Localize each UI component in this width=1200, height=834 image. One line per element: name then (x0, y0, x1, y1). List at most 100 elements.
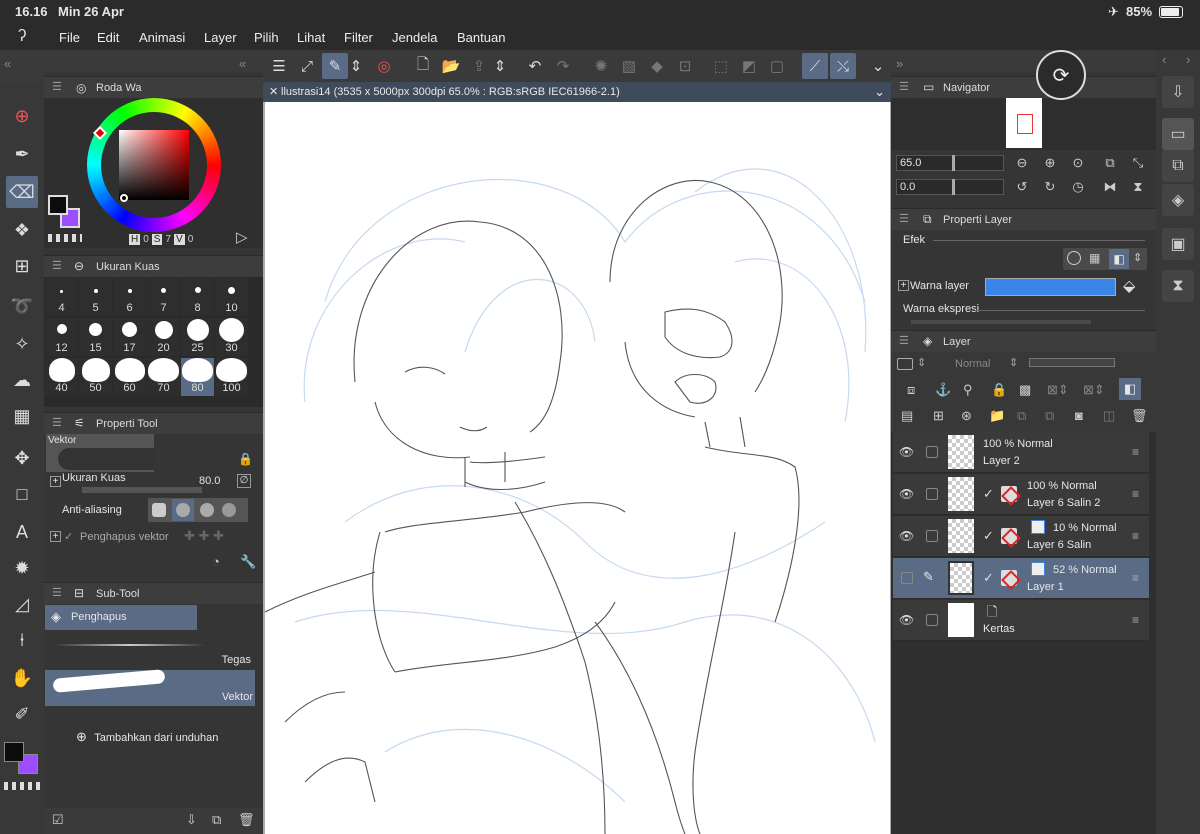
layer-property-dock-icon[interactable]: ▭ (1162, 118, 1194, 150)
brush-size-cell[interactable]: 40 (45, 358, 78, 396)
apply-mask-icon[interactable]: ◫ (1103, 408, 1115, 424)
grid-tool-icon[interactable]: ⊞ (6, 250, 38, 282)
menu-pilih[interactable]: Pilih (254, 30, 279, 45)
deselect-icon[interactable]: ⬚ (708, 53, 734, 79)
layer-color-toggle-icon[interactable]: ◧ (1119, 378, 1141, 400)
effect-selector[interactable]: ▦ ◧ ⇕ (1063, 248, 1147, 270)
eyedropper-tool-icon[interactable]: ✐ (6, 698, 38, 730)
fill-icon[interactable]: ◆ (644, 53, 670, 79)
navigator-tab-icon[interactable]: ▭ (923, 80, 934, 94)
clear-outside-icon[interactable]: ▧ (616, 53, 642, 79)
vector-eraser-mode-icons[interactable]: ✚ ✚ ✚ (184, 528, 224, 544)
brush-size-cell[interactable]: 60 (113, 358, 146, 396)
layer-name[interactable]: Layer 6 Salin 2 (1027, 497, 1100, 509)
layer-name[interactable]: Layer 2 (983, 455, 1020, 467)
fill-bucket-icon[interactable]: ⬙ (1123, 276, 1135, 296)
save-stepper-icon[interactable]: ⇕ (492, 53, 508, 79)
blend-tool-icon[interactable]: ☁ (6, 364, 38, 396)
layer-row-layer-6-salin[interactable]: 👁 ✓ 10 % Normal Layer 6 Salin ≡ (893, 516, 1149, 557)
color-picker-handle[interactable] (120, 194, 128, 202)
magic-wand-icon[interactable]: ✧ (6, 328, 38, 360)
menu-animasi[interactable]: Animasi (139, 30, 185, 45)
move-tool-icon[interactable]: ✥ (6, 442, 38, 474)
blend-mode-stepper-icon[interactable]: ⇕ (1009, 356, 1018, 369)
download-tool-icon[interactable]: ⊕ (6, 100, 38, 132)
menu-jendela[interactable]: Jendela (392, 30, 438, 45)
expand-vector-eraser-icon[interactable]: + (50, 531, 61, 542)
collapse-right-icon[interactable]: » (896, 56, 903, 71)
sub-tool-download-icon[interactable]: ⇩ (186, 812, 197, 828)
correct-line-icon[interactable]: ⍿ (6, 624, 38, 656)
edit-mode-stepper-icon[interactable]: ⇕ (348, 53, 364, 79)
close-document-icon[interactable]: ✕ (269, 85, 278, 98)
brush-size-cell[interactable]: 15 (79, 318, 112, 356)
create-mask-icon[interactable]: ◙ (1075, 408, 1083, 423)
transparent-color-swatch[interactable] (4, 782, 40, 790)
save-icon[interactable]: ⇪ (466, 53, 492, 79)
rotate-left-icon[interactable]: ↺ (1011, 176, 1033, 198)
add-from-download-button[interactable]: ⊕ Tambahkan dari unduhan (76, 729, 218, 745)
selection-border-icon[interactable]: ▢ (764, 53, 790, 79)
reference-layer-icon[interactable]: ⚓ (935, 382, 951, 398)
layer-dock-icon[interactable]: ◈ (1162, 184, 1194, 216)
sub-tool-tab-icon[interactable]: ⊟ (74, 586, 84, 600)
layer-mask-icon[interactable] (1001, 486, 1017, 502)
layer-drag-handle-icon[interactable]: ≡ (1132, 529, 1139, 543)
blend-lock-icon[interactable] (897, 358, 913, 370)
navigator-preview[interactable] (891, 98, 1156, 150)
ruler-tool-icon[interactable]: ◿ (6, 588, 38, 620)
blend-mode-value[interactable]: Normal (955, 358, 990, 370)
layer-search-dock-icon[interactable]: ⧉ (1162, 150, 1194, 182)
layer-drag-handle-icon[interactable]: ≡ (1132, 445, 1139, 459)
brush-size-cell[interactable]: 4 (45, 278, 78, 316)
decoration-tool-icon[interactable]: ❖ (6, 214, 38, 246)
brush-size-cell[interactable]: 7 (147, 278, 180, 316)
new-file-icon[interactable]: 🗋 (410, 53, 436, 79)
layer-checkbox[interactable] (926, 614, 938, 626)
clear-icon[interactable]: ✺ (588, 53, 614, 79)
special-ruler-snap-icon[interactable]: ⤯ (830, 53, 856, 79)
layer-mask-icon[interactable] (1001, 528, 1017, 544)
pen-tool-icon[interactable]: ✒ (6, 138, 38, 170)
zoom-in-icon[interactable]: ⊕ (1039, 152, 1061, 174)
main-color-swatch[interactable] (4, 742, 24, 762)
opacity-slider[interactable] (1029, 358, 1115, 367)
redo-icon[interactable]: ↷ (550, 53, 576, 79)
app-switch-icon[interactable]: ⟳ (1036, 50, 1086, 100)
antialias-weak-selected[interactable] (172, 499, 194, 521)
document-chevron-down-icon[interactable]: ⌄ (874, 84, 885, 100)
visibility-off-box[interactable] (901, 572, 913, 584)
hamburger-menu-icon[interactable]: ☰ (266, 53, 292, 79)
brush-size-cell[interactable]: 17 (113, 318, 146, 356)
menu-bantuan[interactable]: Bantuan (457, 30, 505, 45)
sub-tool-item-tegas[interactable]: Tegas (45, 632, 255, 670)
fit-view-icon[interactable]: ⤢ (294, 53, 320, 79)
new-vector-layer-icon[interactable]: ⊛ (961, 408, 972, 424)
zoom-out-icon[interactable]: ⊖ (1011, 152, 1033, 174)
layer-property-tab-icon[interactable]: ⧉ (923, 212, 932, 227)
rotate-right-icon[interactable]: ↻ (1039, 176, 1061, 198)
brush-size-cell[interactable]: 12 (45, 318, 78, 356)
brush-size-cell-selected[interactable]: 80 (181, 358, 214, 396)
brush-size-cell[interactable]: 10 (215, 278, 248, 316)
lock-transparent-icon[interactable]: ▩ (1019, 382, 1031, 398)
layer-checkbox[interactable] (926, 488, 938, 500)
vector-eraser-check-icon[interactable]: ✓ (64, 530, 73, 543)
delete-layer-icon[interactable]: 🗑 (1131, 408, 1148, 424)
expand-brush-size-icon[interactable]: + (50, 476, 61, 487)
sub-tool-copy-icon[interactable]: ⧉ (212, 812, 221, 828)
menu-edit[interactable]: Edit (97, 30, 119, 45)
new-raster-layer-icon[interactable]: ⊞ (933, 408, 944, 424)
edit-mode-icon[interactable]: ✎ (322, 53, 348, 79)
invert-selection-icon[interactable]: ◩ (736, 53, 762, 79)
brush-size-cell[interactable]: 5 (79, 278, 112, 316)
document-tab[interactable]: ✕ llustrasi14 (3535 x 5000px 300dpi 65.0… (263, 82, 891, 102)
brush-size-cell[interactable]: 20 (147, 318, 180, 356)
layer-name[interactable]: Layer 6 Salin (1027, 539, 1091, 551)
toolbar-chevron-down-icon[interactable]: ⌄ (865, 53, 891, 79)
mask-enable-icon[interactable]: ⊠⇕ (1047, 382, 1069, 398)
quick-access-icon[interactable]: ◎ (371, 53, 397, 79)
tool-property-tab-icon[interactable]: ⚟ (74, 416, 85, 430)
collapse-left-icon[interactable]: « (4, 56, 11, 71)
app-logo-icon[interactable]: ʔ (18, 26, 27, 46)
